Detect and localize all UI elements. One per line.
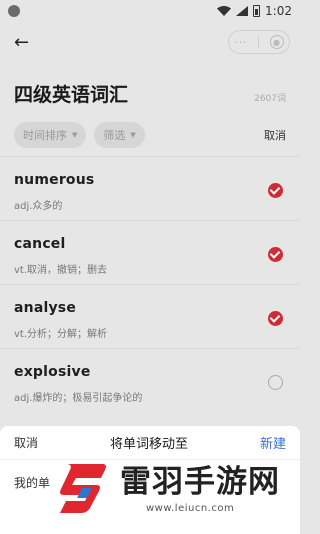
word-row[interactable]: cancel vt.取消，撤销；删去 xyxy=(0,220,300,284)
status-time: 1:02 xyxy=(265,4,292,18)
word-text: analyse xyxy=(14,300,77,316)
watermark-logo-icon xyxy=(60,464,106,513)
unchecked-circle-icon[interactable] xyxy=(268,375,283,390)
cancel-selection-button[interactable]: 取消 xyxy=(264,127,286,143)
site-watermark: 雷羽手游网 www.leiucn.com xyxy=(52,444,297,526)
battery-icon xyxy=(253,5,261,17)
word-count: 2607词 xyxy=(254,94,286,104)
wifi-icon xyxy=(217,6,232,16)
top-bar: ← ⋯ ● xyxy=(0,22,300,62)
sort-label: 时间排序 xyxy=(23,129,67,142)
caret-down-icon: ▼ xyxy=(72,131,78,139)
more-icon[interactable]: ⋯ xyxy=(235,35,247,49)
filter-label: 筛选 xyxy=(103,129,126,142)
word-text: explosive xyxy=(14,364,91,380)
checked-circle-icon[interactable] xyxy=(268,247,283,262)
miniprogram-capsule: ⋯ ● xyxy=(228,30,290,54)
sheet-cancel-button[interactable]: 取消 xyxy=(14,434,38,451)
watermark-title: 雷羽手游网 xyxy=(120,464,280,500)
word-row[interactable]: explosive adj.爆炸的；极易引起争论的 xyxy=(0,348,300,412)
word-meaning: vt.分析；分解；解析 xyxy=(14,329,108,340)
signal-icon xyxy=(236,6,249,16)
caret-down-icon: ▼ xyxy=(130,131,136,139)
word-meaning: adj.众多的 xyxy=(14,201,63,212)
capsule-divider xyxy=(257,36,259,48)
word-text: cancel xyxy=(14,236,66,252)
word-meaning: adj.爆炸的；极易引起争论的 xyxy=(14,393,143,404)
word-meaning: vt.取消，撤销；删去 xyxy=(14,265,108,276)
page-title: 四级英语词汇 xyxy=(14,84,129,106)
filter-dropdown[interactable]: 筛选 ▼ xyxy=(94,122,145,148)
notification-dot-icon xyxy=(8,5,20,17)
close-circle-icon[interactable]: ● xyxy=(269,35,284,49)
watermark-url: www.leiucn.com xyxy=(146,503,235,514)
status-indicators: 1:02 xyxy=(217,4,292,18)
word-row[interactable]: analyse vt.分析；分解；解析 xyxy=(0,284,300,348)
watermark-text: 雷羽手游网 www.leiucn.com xyxy=(120,456,280,514)
status-bar: 1:02 xyxy=(0,0,300,22)
checked-circle-icon[interactable] xyxy=(268,183,283,198)
word-text: numerous xyxy=(14,172,95,188)
filter-bar: 时间排序 ▼ 筛选 ▼ 取消 xyxy=(14,122,286,148)
checked-circle-icon[interactable] xyxy=(268,311,283,326)
title-bar: 四级英语词汇 2607词 xyxy=(14,80,286,107)
sort-dropdown[interactable]: 时间排序 ▼ xyxy=(14,122,87,148)
word-row[interactable]: numerous adj.众多的 xyxy=(0,156,300,220)
back-arrow-icon[interactable]: ← xyxy=(14,32,34,53)
word-list: numerous adj.众多的 cancel vt.取消，撤销；删去 anal… xyxy=(0,156,300,412)
